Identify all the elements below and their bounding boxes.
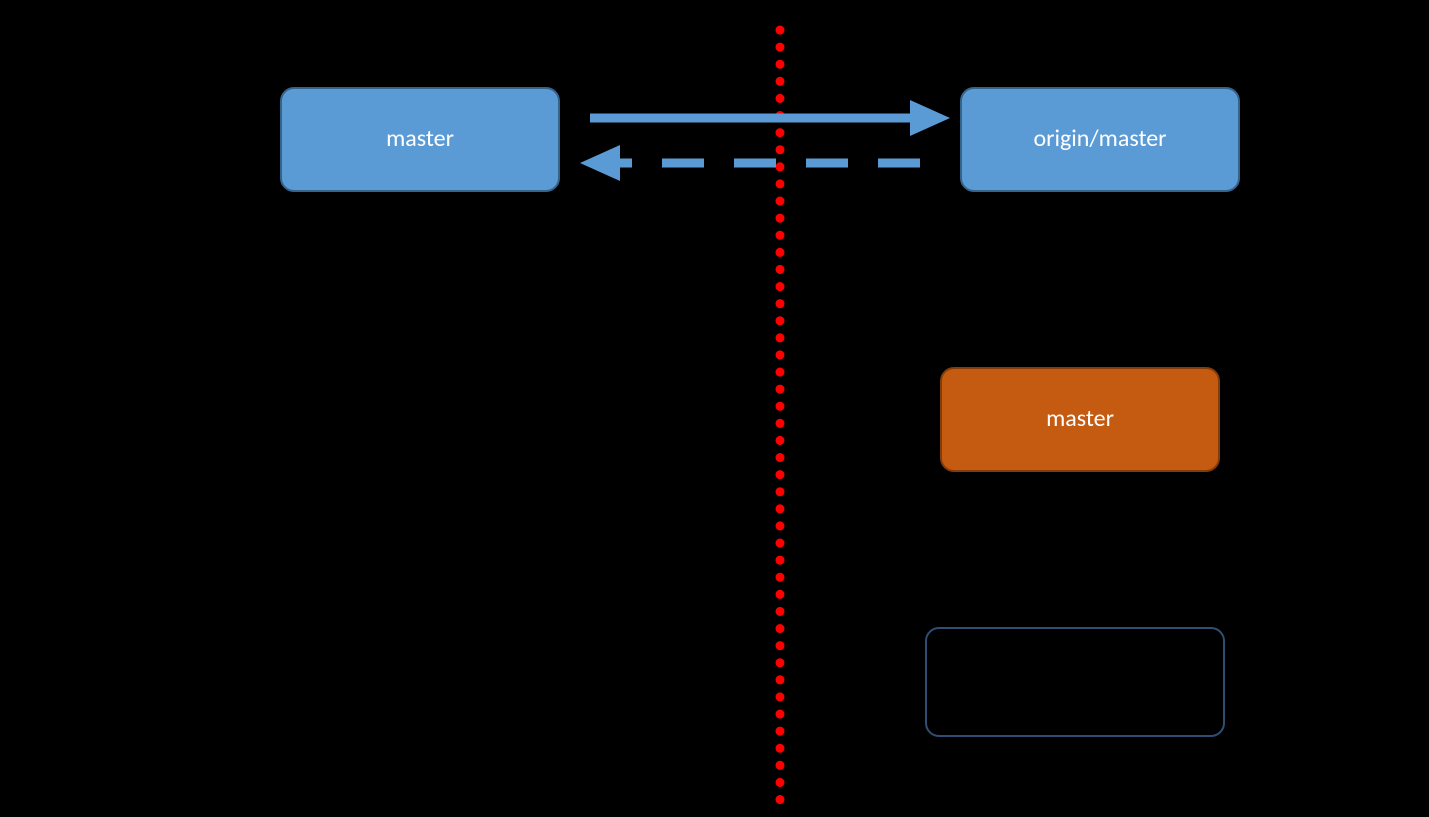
box-local-master-label: master xyxy=(386,125,454,154)
box-origin-master-label: origin/master xyxy=(1033,125,1166,154)
arrow-fetch xyxy=(580,145,920,181)
box-remote-tracking xyxy=(925,627,1225,737)
diagram-stage: master origin/master master xyxy=(0,0,1429,817)
box-origin-master: origin/master xyxy=(960,87,1240,192)
arrow-remote-to-origin xyxy=(1078,198,1114,360)
arrow-push xyxy=(590,100,950,136)
box-local-master: master xyxy=(280,87,560,192)
box-remote-master-label: master xyxy=(1046,405,1114,434)
arrow-tracking-to-remote xyxy=(1062,475,1098,622)
box-remote-master: master xyxy=(940,367,1220,472)
